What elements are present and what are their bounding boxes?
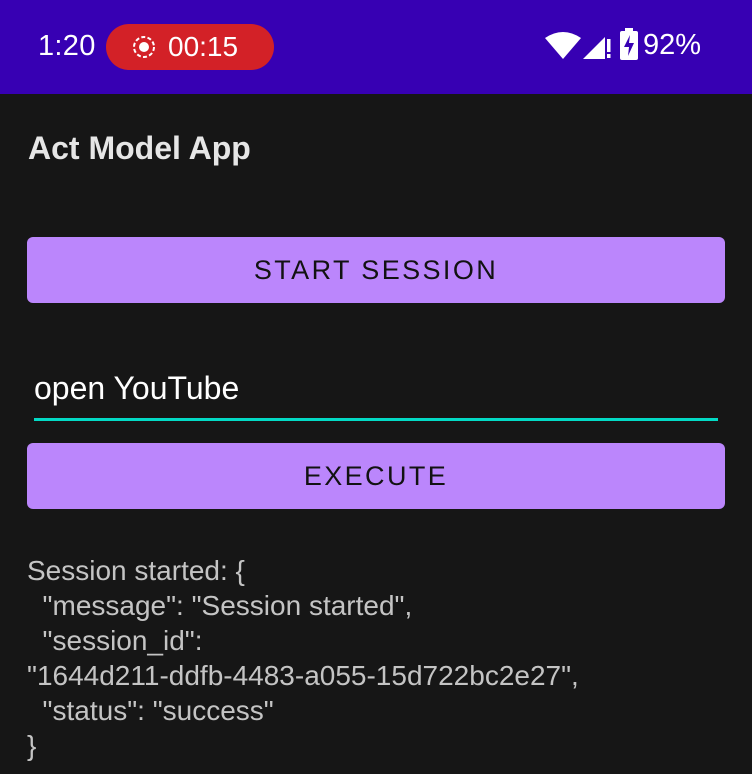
execute-button[interactable]: EXECUTE xyxy=(27,443,725,509)
output-line: } xyxy=(27,730,37,761)
signal-icon xyxy=(583,37,611,59)
start-session-button[interactable]: START SESSION xyxy=(27,237,725,303)
status-bar: 1:20 00:15 92% xyxy=(0,0,752,94)
output-line: "status": "success" xyxy=(27,695,274,726)
status-time: 1:20 xyxy=(38,30,96,62)
screen-record-icon xyxy=(133,36,155,58)
recording-timer: 00:15 xyxy=(168,31,239,62)
output-line: "message": "Session started", xyxy=(27,590,413,621)
output-line: "session_id": xyxy=(27,625,203,656)
battery-percentage: 92% xyxy=(643,29,702,61)
command-input[interactable] xyxy=(34,360,718,416)
battery-charging-icon xyxy=(620,28,638,60)
output-line: Session started: { xyxy=(27,555,245,586)
output-line: "1644d211-ddfb-4483-a055-15d722bc2e27", xyxy=(27,660,579,691)
screen-recording-chip[interactable]: 00:15 xyxy=(106,24,274,70)
wifi-icon xyxy=(545,32,581,59)
response-output: Session started: { "message": "Session s… xyxy=(27,553,737,763)
command-input-field[interactable] xyxy=(34,360,718,421)
app-title: Act Model App xyxy=(28,130,251,166)
